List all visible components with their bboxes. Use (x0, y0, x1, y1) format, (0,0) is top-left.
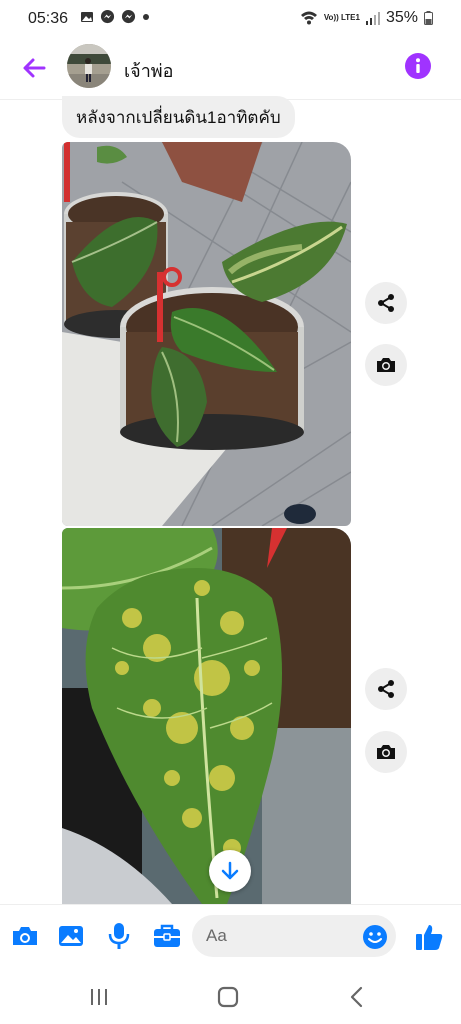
arrow-left-icon (23, 58, 46, 78)
gallery-icon (59, 926, 83, 946)
battery-icon (424, 11, 433, 25)
recent-apps-icon (91, 989, 107, 1005)
system-navigation-bar (0, 968, 461, 1024)
emoji-icon (363, 925, 387, 949)
contact-name[interactable]: เจ้าพ่อ (124, 56, 173, 85)
wifi-icon (300, 11, 317, 25)
messenger-notification-icon (100, 9, 115, 24)
notification-icons (80, 9, 150, 24)
share-button[interactable] (365, 282, 407, 324)
arrow-down-icon (221, 861, 239, 880)
gallery-button[interactable] (56, 921, 86, 951)
voice-button[interactable] (104, 921, 134, 951)
network-label: Vo)) LTE1 (323, 13, 360, 22)
like-icon (416, 925, 443, 950)
emoji-button[interactable] (362, 924, 388, 950)
messenger-chat-screen: 05:36 Vo)) LTE1 35% เจ้าพ่อ หลังจากเปลี่… (0, 0, 461, 1024)
plants-in-pots-image (62, 142, 351, 526)
back-nav-button[interactable] (342, 982, 372, 1012)
battery-percent: 35% (385, 9, 418, 26)
status-time: 05:36 (28, 10, 69, 27)
camera-icon (13, 927, 37, 945)
chat-header: เจ้าพ่อ (0, 38, 461, 100)
camera-compose-button[interactable] (10, 921, 40, 951)
camera-icon (377, 358, 395, 372)
message-composer (0, 904, 461, 968)
variegated-leaf-image (62, 528, 351, 904)
camera-button-2[interactable] (365, 731, 407, 773)
briefcase-icon (154, 924, 180, 947)
share-button-2[interactable] (365, 668, 407, 710)
message-text: หลังจากเปลี่ยนดิน1อาทิตคับ (76, 107, 281, 127)
info-button[interactable] (404, 52, 432, 80)
home-button[interactable] (213, 982, 243, 1012)
status-bar: 05:36 Vo)) LTE1 35% (0, 0, 461, 38)
message-bubble[interactable]: หลังจากเปลี่ยนดิน1อาทิตคับ (62, 96, 295, 138)
avatar[interactable] (67, 44, 111, 88)
share-icon (378, 294, 394, 312)
dot-icon (143, 13, 149, 20)
microphone-icon (108, 923, 130, 949)
signal-icon (365, 11, 380, 25)
chevron-left-icon (350, 986, 363, 1008)
info-icon (405, 53, 431, 79)
camera-icon (377, 745, 395, 759)
system-icons: Vo)) LTE1 35% (300, 9, 433, 27)
recent-apps-button[interactable] (84, 982, 114, 1012)
messenger-notification-icon-2 (121, 9, 136, 24)
like-button[interactable] (414, 922, 444, 952)
back-button[interactable] (18, 52, 50, 84)
photo-message-plants[interactable] (62, 142, 351, 526)
business-tools-button[interactable] (152, 921, 182, 951)
camera-button[interactable] (365, 344, 407, 386)
photo-message-leaf[interactable] (62, 528, 351, 904)
share-icon (378, 680, 394, 698)
scroll-to-bottom-button[interactable] (209, 850, 251, 892)
avatar-photo (67, 44, 111, 88)
home-icon (217, 986, 239, 1008)
gallery-notification-icon (81, 11, 93, 22)
